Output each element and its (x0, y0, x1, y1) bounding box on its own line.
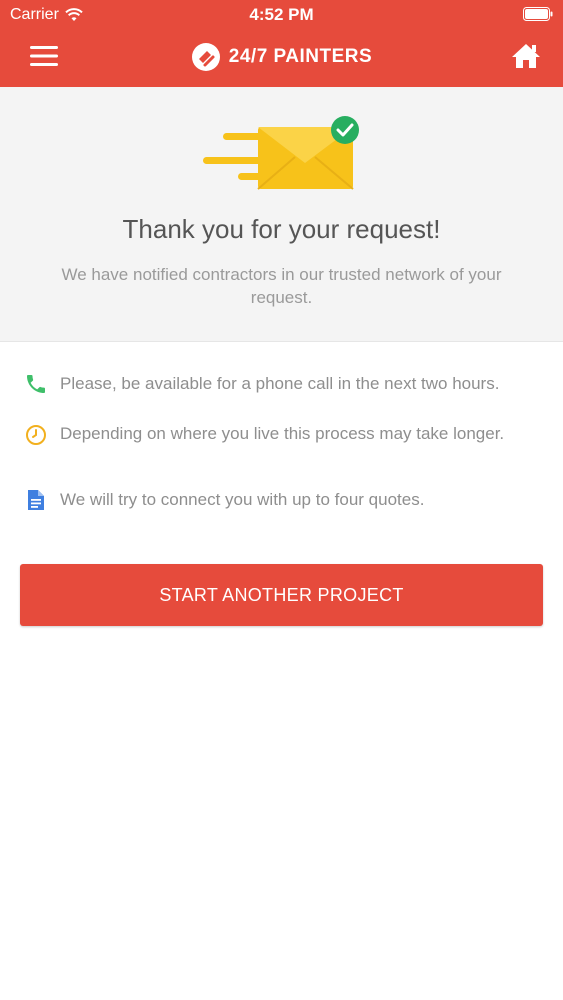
status-time: 4:52 PM (249, 5, 314, 24)
envelope-check-icon (203, 116, 359, 190)
confirmation-hero: Thank you for your request! We have noti… (0, 87, 563, 342)
brand-name: 24/7 PAINTERS (228, 46, 373, 67)
home-icon (512, 44, 540, 68)
battery-icon (523, 7, 553, 21)
info-text: We will try to connect you with up to fo… (60, 490, 425, 509)
info-item-time: Depending on where you live this process… (24, 422, 539, 446)
clock-icon (26, 425, 46, 445)
hero-title: Thank you for your request! (122, 214, 441, 244)
info-text: Depending on where you live this process… (60, 424, 505, 443)
start-another-project-button[interactable]: START ANOTHER PROJECT (20, 564, 543, 626)
info-item-quotes: We will try to connect you with up to fo… (24, 488, 539, 512)
paint-roller-logo-icon (191, 43, 220, 71)
info-text: Please, be available for a phone call in… (60, 374, 500, 393)
info-item-phone: Please, be available for a phone call in… (24, 372, 539, 396)
document-icon (28, 490, 44, 510)
app-header: Carrier 4:52 PM 24/7 PAINTERS (0, 0, 563, 87)
phone-icon (27, 375, 45, 393)
home-button[interactable] (511, 42, 541, 70)
status-bar: Carrier 4:52 PM (0, 0, 563, 30)
brand-logo: 24/7 PAINTERS (0, 42, 563, 72)
navbar: 24/7 PAINTERS (0, 30, 563, 87)
hero-subtitle: We have notified contractors in our trus… (61, 265, 502, 307)
